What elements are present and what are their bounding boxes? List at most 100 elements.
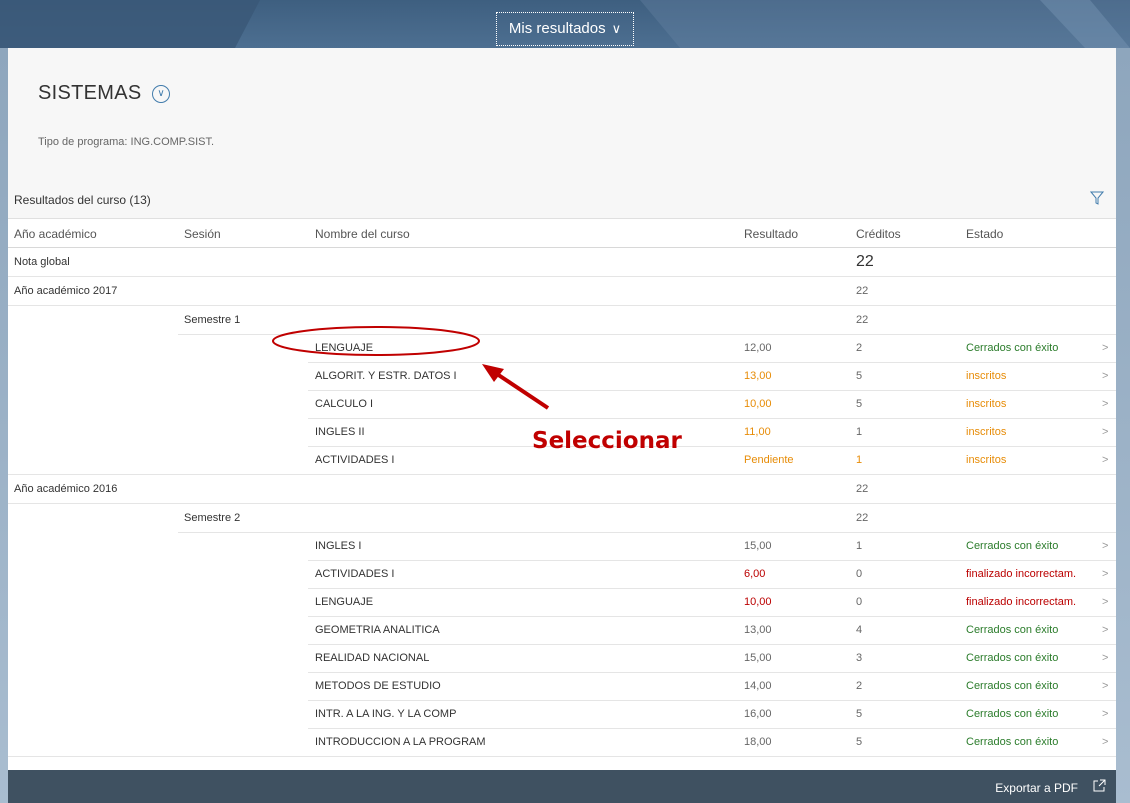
chevron-right-icon[interactable]: > [1102,370,1108,382]
column-header-session: Sesión [184,227,221,241]
chevron-right-icon[interactable]: > [1102,540,1108,552]
course-credits: 5 [856,708,863,720]
course-credits: 2 [856,680,863,692]
column-header-year: Año académico [14,227,97,241]
chevron-right-icon[interactable]: > [1102,652,1108,664]
table-row[interactable]: INTR. A LA ING. Y LA COMP 16,00 5 Cerrad… [8,700,1116,729]
course-name: ACTIVIDADES I [315,454,395,466]
year-credits: 22 [856,285,869,297]
course-name: ACTIVIDADES I [315,568,395,580]
course-credits: 1 [856,426,863,438]
table-row[interactable]: CALCULO I 10,00 5 inscritos > [8,390,1116,419]
global-grade-label: Nota global [14,256,70,268]
chevron-right-icon[interactable]: > [1102,398,1108,410]
course-result: 10,00 [744,398,772,410]
course-result: 12,00 [744,342,772,354]
year-label: Año académico 2017 [14,285,118,297]
program-header: SISTEMAS ∨ Tipo de programa: ING.COMP.SI… [8,48,1116,178]
course-name: INGLES II [315,426,365,438]
course-state: inscritos [966,370,1007,382]
course-state: Cerrados con éxito [966,736,1059,748]
course-state: inscritos [966,426,1007,438]
course-result: 6,00 [744,568,766,580]
course-credits: 0 [856,568,863,580]
course-state: Cerrados con éxito [966,708,1059,720]
table-header: Año académico Sesión Nombre del curso Re… [8,218,1116,248]
course-name: LENGUAJE [315,596,374,608]
course-state: Cerrados con éxito [966,540,1059,552]
year-row-2017: Año académico 2017 22 [8,277,1116,306]
course-credits: 5 [856,370,863,382]
table-row[interactable]: LENGUAJE 10,00 0 finalizado incorrectam.… [8,588,1116,617]
results-title: Resultados del curso (13) [14,193,151,207]
chevron-right-icon[interactable]: > [1102,454,1108,466]
course-credits: 0 [856,596,863,608]
table-row[interactable]: ALGORIT. Y ESTR. DATOS I 13,00 5 inscrit… [8,362,1116,391]
chevron-right-icon[interactable]: > [1102,568,1108,580]
program-type-label: Tipo de programa: ING.COMP.SIST. [38,136,215,148]
course-name: ALGORIT. Y ESTR. DATOS I [315,370,457,382]
chevron-right-icon[interactable]: > [1102,680,1108,692]
course-result: 13,00 [744,370,772,382]
global-grade-row: Nota global 22 [8,248,1116,277]
session-row-semestre-1: Semestre 1 22 [8,306,1116,335]
global-credits: 22 [856,253,874,270]
course-state: finalizado incorrectam. [966,596,1077,608]
year-credits: 22 [856,483,869,495]
course-credits: 4 [856,624,863,636]
course-result: 14,00 [744,680,772,692]
course-state: finalizado incorrectam. [966,568,1077,580]
column-header-credits: Créditos [856,227,901,241]
chevron-right-icon[interactable]: > [1102,624,1108,636]
mis-resultados-menu-button[interactable]: Mis resultados ∨ [496,12,634,46]
course-credits: 2 [856,342,863,354]
column-header-state: Estado [966,227,1004,241]
menu-label: Mis resultados [508,20,606,37]
course-name: LENGUAJE [315,342,374,354]
course-result: Pendiente [744,454,794,466]
session-credits: 22 [856,314,869,326]
course-result: 15,00 [744,540,772,552]
table-row[interactable]: ACTIVIDADES I 6,00 0 finalizado incorrec… [8,560,1116,589]
course-name: CALCULO I [315,398,374,410]
course-result: 15,00 [744,652,772,664]
footer-bar: Exportar a PDF [8,770,1116,803]
course-state: inscritos [966,454,1007,466]
course-result: 18,00 [744,736,772,748]
course-state: Cerrados con éxito [966,652,1059,664]
course-name: METODOS DE ESTUDIO [315,680,441,692]
course-name: INTR. A LA ING. Y LA COMP [315,708,457,720]
table-row[interactable]: GEOMETRIA ANALITICA 13,00 4 Cerrados con… [8,616,1116,645]
filter-icon[interactable] [1090,191,1104,205]
chevron-down-circle-icon[interactable]: ∨ [152,85,170,103]
chevron-right-icon[interactable]: > [1102,342,1108,354]
course-state: inscritos [966,398,1007,410]
top-bar: Mis resultados ∨ [0,0,1130,48]
course-credits: 1 [856,540,863,552]
chevron-right-icon[interactable]: > [1102,596,1108,608]
session-label: Semestre 2 [184,512,241,524]
export-pdf-button[interactable]: Exportar a PDF [995,781,1078,795]
chevron-right-icon[interactable]: > [1102,708,1108,720]
course-state: Cerrados con éxito [966,624,1059,636]
export-icon[interactable] [1093,779,1106,792]
column-header-result: Resultado [744,227,799,241]
course-credits: 3 [856,652,863,664]
course-credits: 5 [856,398,863,410]
chevron-right-icon[interactable]: > [1102,736,1108,748]
chevron-down-icon: ∨ [611,21,622,36]
course-state: Cerrados con éxito [966,680,1059,692]
course-result: 10,00 [744,596,772,608]
course-name: REALIDAD NACIONAL [315,652,430,664]
chevron-right-icon[interactable]: > [1102,426,1108,438]
table-row[interactable]: INGLES I 15,00 1 Cerrados con éxito > [8,532,1116,561]
table-row[interactable]: METODOS DE ESTUDIO 14,00 2 Cerrados con … [8,672,1116,701]
year-label: Año académico 2016 [14,483,118,495]
year-row-2016: Año académico 2016 22 [8,475,1116,504]
page-title: SISTEMAS [38,82,142,104]
session-label: Semestre 1 [184,314,241,326]
table-row[interactable]: REALIDAD NACIONAL 15,00 3 Cerrados con é… [8,644,1116,673]
table-row[interactable]: LENGUAJE 12,00 2 Cerrados con éxito > [8,334,1116,363]
course-result: 16,00 [744,708,772,720]
table-row[interactable]: INTRODUCCION A LA PROGRAM 18,00 5 Cerrad… [8,728,1116,757]
